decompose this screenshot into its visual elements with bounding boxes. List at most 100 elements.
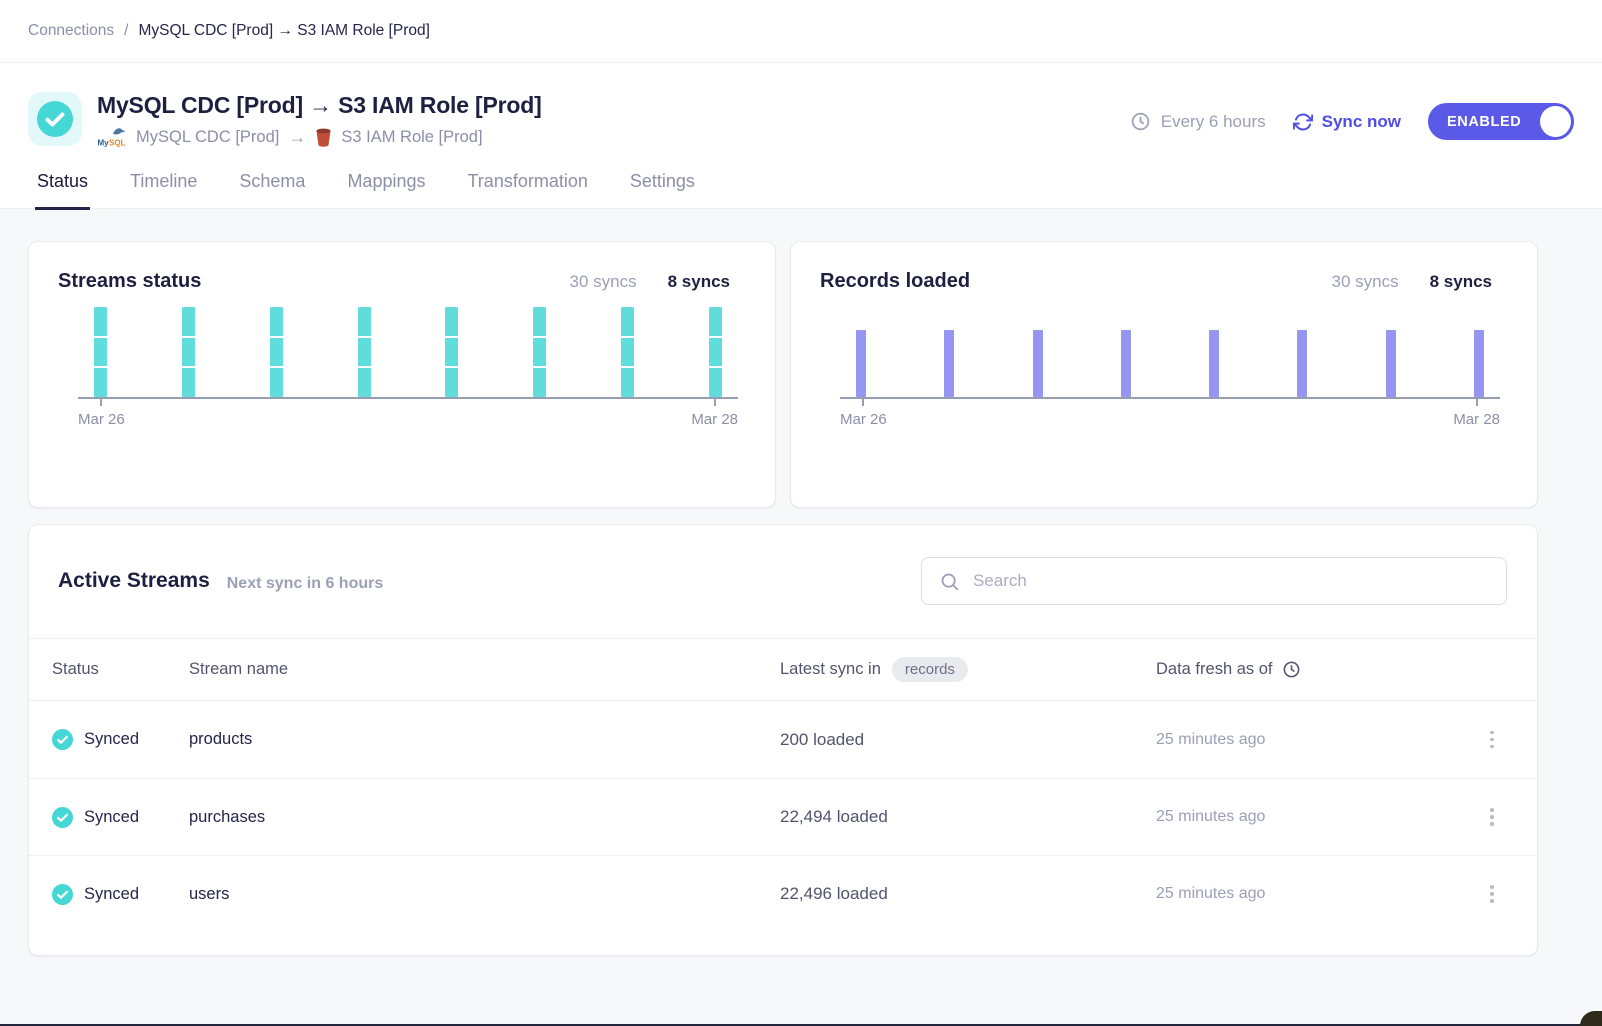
svg-text:My: My bbox=[98, 139, 110, 148]
stream-name: users bbox=[189, 885, 780, 904]
stream-row-purchases[interactable]: Synced purchases22,494 loaded25 minutes a… bbox=[29, 778, 1537, 855]
next-sync-label: Next sync in 6 hours bbox=[227, 570, 384, 593]
sync-bar[interactable] bbox=[621, 307, 634, 397]
enabled-toggle[interactable]: ENABLED bbox=[1428, 103, 1574, 140]
tab-mappings[interactable]: Mappings bbox=[345, 171, 427, 208]
toggle-knob bbox=[1540, 106, 1571, 137]
records-loaded: 200 loaded bbox=[780, 730, 1156, 750]
records-loaded: 22,496 loaded bbox=[780, 884, 1156, 904]
check-circle-icon bbox=[37, 101, 73, 137]
col-data-fresh: Data fresh as of bbox=[1156, 660, 1272, 679]
sync-bar[interactable] bbox=[856, 330, 866, 397]
bottom-right-corner-shape bbox=[1580, 1011, 1602, 1026]
breadcrumb: Connections / MySQL CDC [Prod] → S3 IAM … bbox=[0, 0, 1602, 63]
sync-bar[interactable] bbox=[1386, 330, 1396, 397]
tab-schema[interactable]: Schema bbox=[237, 171, 307, 208]
data-fresh: 25 minutes ago bbox=[1156, 808, 1477, 826]
data-fresh: 25 minutes ago bbox=[1156, 885, 1477, 903]
breadcrumb-connections-link[interactable]: Connections bbox=[28, 22, 114, 40]
tab-bar: Status Timeline Schema Mappings Transformati… bbox=[28, 171, 1574, 208]
x-tick-label-end: Mar 28 bbox=[1453, 411, 1500, 428]
clock-icon bbox=[1282, 660, 1301, 679]
x-tick-label-end: Mar 28 bbox=[691, 411, 738, 428]
records-loaded-title: Records loaded bbox=[820, 270, 1332, 293]
stream-status: Synced bbox=[84, 730, 139, 749]
sync-bar[interactable] bbox=[358, 307, 371, 397]
destination-name[interactable]: S3 IAM Role [Prod] bbox=[341, 128, 482, 147]
clock-icon bbox=[1130, 111, 1151, 132]
col-latest-sync: Latest sync in bbox=[780, 660, 881, 679]
sync-bar[interactable] bbox=[270, 307, 283, 397]
records-loaded-bars bbox=[840, 307, 1500, 397]
sync-now-button[interactable]: Sync now bbox=[1293, 112, 1401, 132]
breadcrumb-separator: / bbox=[124, 22, 128, 40]
sync-bar[interactable] bbox=[1033, 330, 1043, 397]
streams-status-title: Streams status bbox=[58, 270, 570, 293]
x-axis bbox=[840, 397, 1500, 399]
streams-table-header: Status Stream name Latest sync in record… bbox=[29, 638, 1537, 701]
filter-30-syncs[interactable]: 30 syncs bbox=[570, 272, 637, 292]
stream-row-products[interactable]: Synced products200 loaded25 minutes ago bbox=[29, 701, 1537, 778]
sync-bar[interactable] bbox=[94, 307, 107, 397]
active-streams-card: Active Streams Next sync in 6 hours Stat… bbox=[28, 524, 1538, 956]
streams-status-bars bbox=[78, 307, 738, 397]
flow-arrow: → bbox=[288, 127, 306, 148]
streams-status-chart: Mar 26 Mar 28 bbox=[78, 307, 738, 428]
connection-header: MySQL CDC [Prod] → S3 IAM Role [Prod] My… bbox=[0, 63, 1602, 209]
col-status: Status bbox=[52, 660, 189, 679]
records-loaded-card: Records loaded 30 syncs 8 syncs Mar 26 M… bbox=[790, 241, 1538, 508]
stream-row-users[interactable]: Synced users22,496 loaded25 minutes ago bbox=[29, 855, 1537, 932]
sync-bar[interactable] bbox=[944, 330, 954, 397]
tab-transformation[interactable]: Transformation bbox=[465, 171, 589, 208]
records-unit-badge[interactable]: records bbox=[892, 657, 968, 682]
synced-check-icon bbox=[52, 807, 73, 828]
stream-status: Synced bbox=[84, 808, 139, 827]
tab-timeline[interactable]: Timeline bbox=[128, 171, 199, 208]
breadcrumb-current: MySQL CDC [Prod] → S3 IAM Role [Prod] bbox=[138, 22, 429, 40]
data-fresh: 25 minutes ago bbox=[1156, 731, 1477, 749]
synced-check-icon bbox=[52, 729, 73, 750]
row-menu-button[interactable] bbox=[1477, 879, 1507, 909]
x-tick-label-start: Mar 26 bbox=[840, 411, 887, 428]
row-menu-button[interactable] bbox=[1477, 725, 1507, 755]
records-loaded: 22,494 loaded bbox=[780, 807, 1156, 827]
connection-status-icon bbox=[28, 92, 82, 146]
sync-bar[interactable] bbox=[182, 307, 195, 397]
sync-bar[interactable] bbox=[445, 307, 458, 397]
svg-text:SQL: SQL bbox=[109, 139, 126, 148]
connection-endpoints: My SQL MySQL CDC [Prod] → S3 IAM Role [P… bbox=[97, 127, 1130, 148]
streams-table-body: Syncedproducts200 loaded25 minutes agoSy… bbox=[29, 701, 1537, 932]
active-streams-title: Active Streams bbox=[58, 569, 210, 593]
filter-8-syncs[interactable]: 8 syncs bbox=[668, 272, 730, 292]
sync-bar[interactable] bbox=[1297, 330, 1307, 397]
stream-search bbox=[921, 557, 1507, 605]
streams-status-card: Streams status 30 syncs 8 syncs Mar 26 M… bbox=[28, 241, 776, 508]
filter-30-syncs[interactable]: 30 syncs bbox=[1332, 272, 1399, 292]
sync-bar[interactable] bbox=[709, 307, 722, 397]
records-loaded-chart: Mar 26 Mar 28 bbox=[840, 307, 1500, 428]
sync-now-label: Sync now bbox=[1322, 112, 1401, 132]
sync-bar[interactable] bbox=[1209, 330, 1219, 397]
sync-schedule-label: Every 6 hours bbox=[1161, 112, 1266, 132]
enabled-toggle-label: ENABLED bbox=[1447, 114, 1521, 130]
synced-check-icon bbox=[52, 884, 73, 905]
search-icon bbox=[939, 571, 960, 592]
mysql-logo-icon: My SQL bbox=[97, 127, 127, 148]
stream-name: purchases bbox=[189, 808, 780, 827]
stream-name: products bbox=[189, 730, 780, 749]
x-tick-label-start: Mar 26 bbox=[78, 411, 125, 428]
tab-status[interactable]: Status bbox=[35, 171, 90, 210]
stream-status: Synced bbox=[84, 885, 139, 904]
page-title: MySQL CDC [Prod] → S3 IAM Role [Prod] bbox=[97, 92, 1130, 119]
filter-8-syncs[interactable]: 8 syncs bbox=[1430, 272, 1492, 292]
sync-bar[interactable] bbox=[1121, 330, 1131, 397]
tab-settings[interactable]: Settings bbox=[628, 171, 697, 208]
source-name[interactable]: MySQL CDC [Prod] bbox=[136, 128, 279, 147]
sync-bar[interactable] bbox=[533, 307, 546, 397]
row-menu-button[interactable] bbox=[1477, 802, 1507, 832]
col-stream-name: Stream name bbox=[189, 660, 780, 679]
refresh-icon bbox=[1293, 112, 1313, 132]
sync-bar[interactable] bbox=[1474, 330, 1484, 397]
s3-bucket-icon bbox=[315, 128, 332, 147]
search-input[interactable] bbox=[973, 571, 1489, 591]
